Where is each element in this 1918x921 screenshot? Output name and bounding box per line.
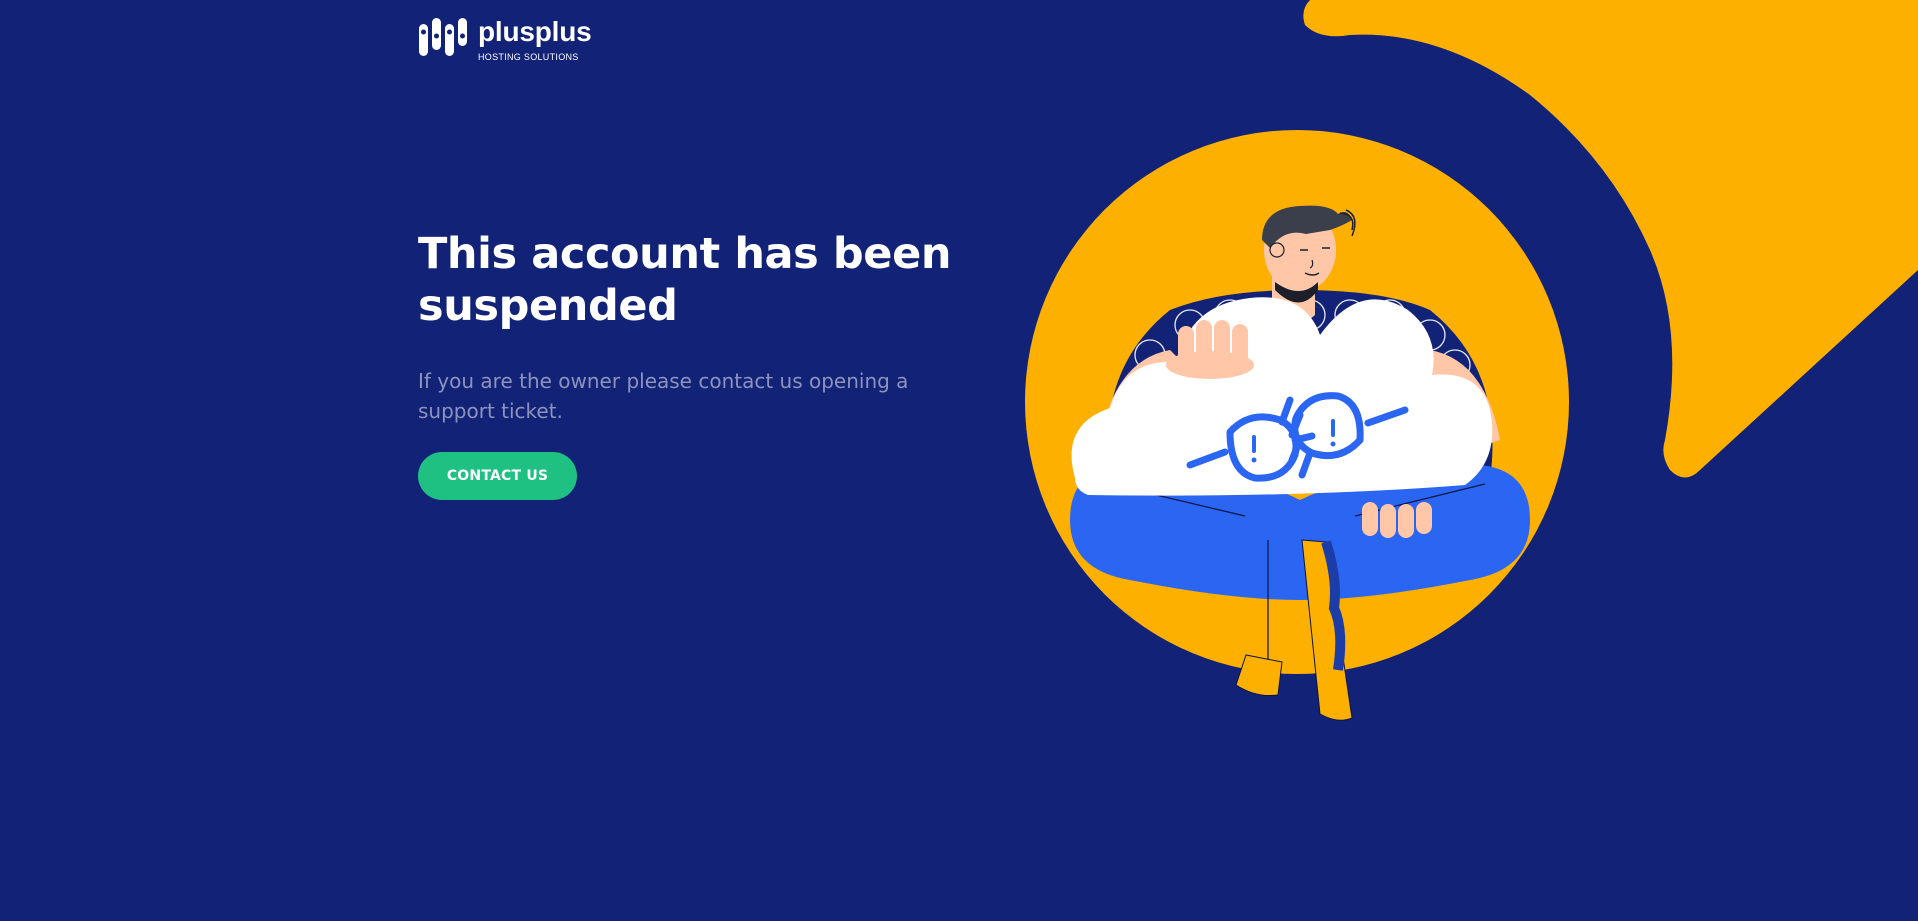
page-title: This account has been suspended (418, 229, 952, 331)
brand-logo[interactable]: plusplus HOSTING SOLUTIONS (418, 18, 592, 62)
contact-us-button[interactable]: CONTACT US (418, 452, 577, 500)
logo-text: plusplus HOSTING SOLUTIONS (478, 16, 592, 63)
main-content: This account has been suspended If you a… (418, 228, 978, 500)
page-description: If you are the owner please contact us o… (418, 369, 909, 423)
brand-name: plusplus (478, 16, 592, 47)
brand-tagline: HOSTING SOLUTIONS (478, 52, 579, 62)
unplugged-cloud-illustration (1025, 130, 1569, 721)
plusplus-logo-icon (419, 18, 467, 56)
suspended-page: plusplus HOSTING SOLUTIONS This account … (0, 0, 1918, 921)
